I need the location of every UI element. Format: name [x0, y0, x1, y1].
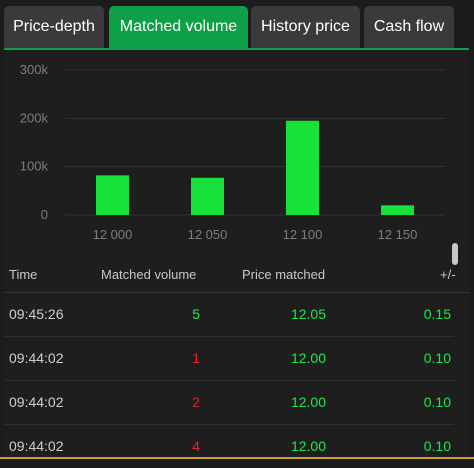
scrollbar-thumb[interactable]	[452, 243, 458, 265]
header-time: Time	[9, 267, 38, 282]
tab-price-depth[interactable]: Price-depth	[4, 6, 104, 48]
row-change: 0.10	[423, 438, 451, 454]
y-tick-label: 300k	[20, 62, 49, 77]
row-price: 12.00	[290, 394, 326, 410]
x-tick-label: 12 150	[378, 227, 418, 242]
header-price-matched: Price matched	[242, 267, 326, 282]
row-change: 0.10	[423, 350, 451, 366]
row-price: 12.00	[290, 438, 326, 454]
row-price: 12.00	[290, 350, 326, 366]
table-row[interactable]: 09:45:26 5 12.05 0.15	[4, 293, 454, 337]
tab-history-price[interactable]: History price	[251, 6, 360, 48]
row-volume: 2	[192, 394, 200, 410]
row-time: 09:44:02	[9, 438, 64, 454]
y-tick-label: 200k	[20, 110, 49, 125]
tab-matched-volume[interactable]: Matched volume	[109, 6, 248, 48]
matched-volume-panel: 0 100k 200k 300k 12 000 12 050 12 100 12 150 Ti…	[4, 50, 469, 459]
y-tick-label: 100k	[20, 159, 49, 174]
bar[interactable]	[96, 175, 129, 215]
row-time: 09:45:26	[9, 306, 64, 322]
table-header: Time Matched volume Price matched +/-	[4, 258, 469, 293]
y-tick-label: 0	[41, 207, 48, 222]
row-volume: 5	[192, 306, 200, 322]
row-price: 12.05	[290, 306, 326, 322]
table-row[interactable]: 09:44:02 1 12.00 0.10	[4, 337, 454, 381]
header-matched-volume: Matched volume	[101, 267, 197, 282]
bar[interactable]	[191, 177, 224, 215]
row-time: 09:44:02	[9, 394, 64, 410]
x-tick-label: 12 000	[93, 227, 133, 242]
table-row[interactable]: 09:44:02 4 12.00 0.10	[4, 425, 454, 468]
row-volume: 4	[192, 438, 200, 454]
row-change: 0.15	[423, 306, 451, 322]
table-row[interactable]: 09:44:02 2 12.00 0.10	[4, 381, 454, 425]
row-time: 09:44:02	[9, 350, 64, 366]
table-scrollbar[interactable]	[451, 242, 459, 408]
x-tick-label: 12 050	[188, 227, 228, 242]
bar[interactable]	[286, 120, 319, 215]
tab-cash-flow[interactable]: Cash flow	[364, 6, 454, 48]
row-volume: 1	[192, 350, 200, 366]
row-change: 0.10	[423, 394, 451, 410]
matched-volume-chart: 0 100k 200k 300k 12 000 12 050 12 100 12 150	[20, 62, 445, 242]
tab-bar: Price-depth Matched volume History price…	[0, 0, 474, 51]
x-tick-label: 12 100	[283, 227, 323, 242]
bar[interactable]	[381, 205, 414, 215]
